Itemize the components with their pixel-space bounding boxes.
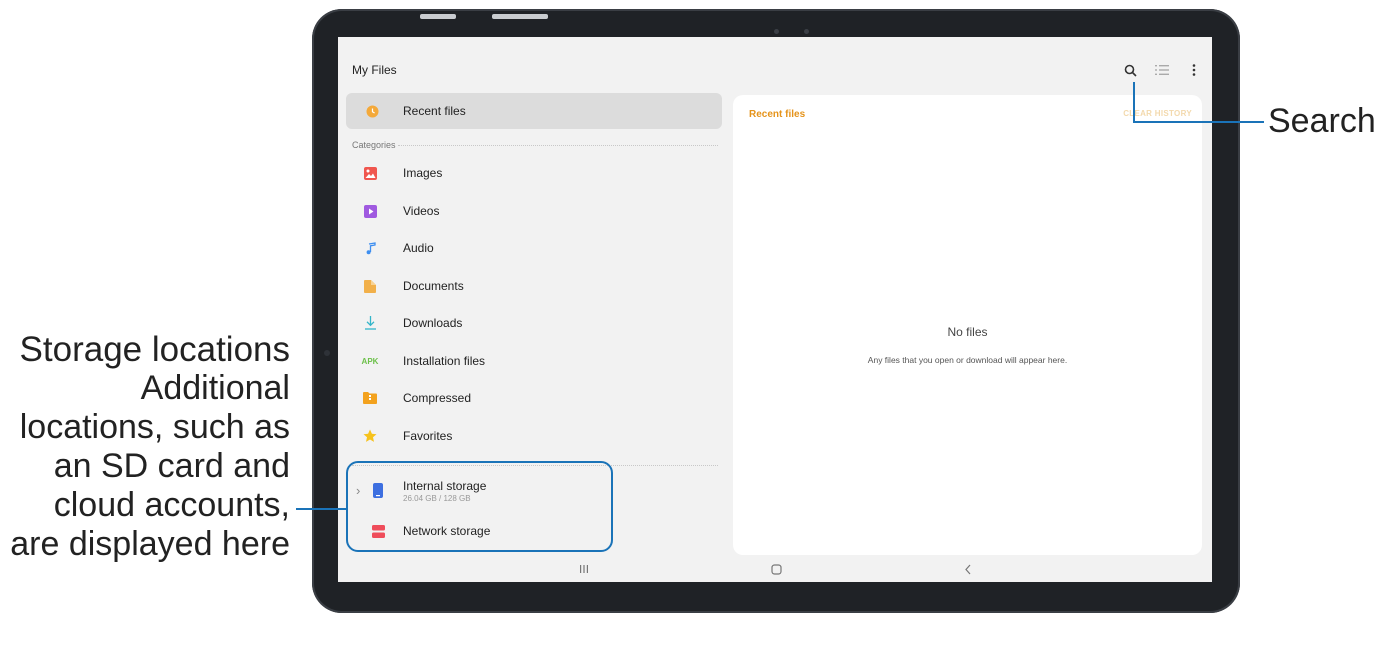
sidebar-item-label: Installation files xyxy=(403,354,486,368)
sidebar-item-installation-files[interactable]: APK Installation files xyxy=(346,343,722,379)
sidebar-item-compressed[interactable]: Compressed xyxy=(346,380,722,416)
recent-files-panel: Recent files CLEAR HISTORY No files Any … xyxy=(733,95,1202,555)
storage-callout-description: Additional locations, such as an SD card… xyxy=(10,369,290,563)
list-view-icon[interactable] xyxy=(1154,62,1170,78)
side-sensor xyxy=(324,350,330,356)
more-options-icon[interactable] xyxy=(1186,62,1202,78)
panel-title: Recent files xyxy=(749,109,806,120)
app-title: My Files xyxy=(352,63,397,77)
sidebar-item-label: Videos xyxy=(403,204,440,218)
sidebar-item-label: Images xyxy=(403,166,443,180)
search-callout-label: Search xyxy=(1268,102,1376,140)
apk-icon: APK xyxy=(361,356,379,366)
recent-apps-icon[interactable] xyxy=(572,556,596,582)
sidebar-item-recent-files[interactable]: Recent files xyxy=(346,93,722,129)
camera-sensor xyxy=(774,29,779,34)
sidebar-item-label: Recent files xyxy=(403,104,466,118)
divider xyxy=(398,145,718,146)
sidebar-item-videos[interactable]: Videos xyxy=(346,193,722,229)
sidebar-item-label: Audio xyxy=(403,241,434,255)
document-icon xyxy=(362,278,378,294)
storage-highlight xyxy=(346,461,613,552)
sidebar-item-label: Downloads xyxy=(403,316,463,330)
music-note-icon xyxy=(362,240,378,256)
sidebar-item-label: Compressed xyxy=(403,391,472,405)
sidebar-item-label: Documents xyxy=(403,279,464,293)
image-icon xyxy=(362,165,378,181)
sidebar-item-label: Favorites xyxy=(403,429,453,443)
sidebar-item-audio[interactable]: Audio xyxy=(346,230,722,266)
sidebar-item-downloads[interactable]: Downloads xyxy=(346,305,722,341)
home-icon[interactable] xyxy=(764,556,788,582)
search-callout-line xyxy=(1133,82,1135,123)
search-icon[interactable] xyxy=(1122,62,1138,78)
categories-heading: Categories xyxy=(352,140,396,150)
empty-state-description: Any files that you open or download will… xyxy=(867,355,1068,365)
sidebar-item-favorites[interactable]: Favorites xyxy=(346,418,722,454)
power-button xyxy=(492,14,548,19)
storage-callout-line xyxy=(296,508,348,510)
storage-callout: Storage locations Additional locations, … xyxy=(8,330,290,564)
back-icon[interactable] xyxy=(956,556,980,582)
sidebar-item-images[interactable]: Images xyxy=(346,155,722,191)
system-nav-bar xyxy=(338,556,1212,582)
app-bar-actions xyxy=(1122,62,1202,78)
download-icon xyxy=(362,315,378,331)
search-callout-line xyxy=(1133,121,1264,123)
folder-zip-icon xyxy=(362,390,378,406)
volume-button xyxy=(420,14,456,19)
empty-state-title: No files xyxy=(947,325,988,339)
app-bar: My Files xyxy=(338,37,1212,93)
star-icon xyxy=(362,428,378,444)
sidebar-item-documents[interactable]: Documents xyxy=(346,268,722,304)
camera-lens xyxy=(804,29,809,34)
storage-callout-title: Storage locations xyxy=(19,330,290,369)
video-icon xyxy=(362,203,378,219)
clock-icon xyxy=(364,103,380,119)
